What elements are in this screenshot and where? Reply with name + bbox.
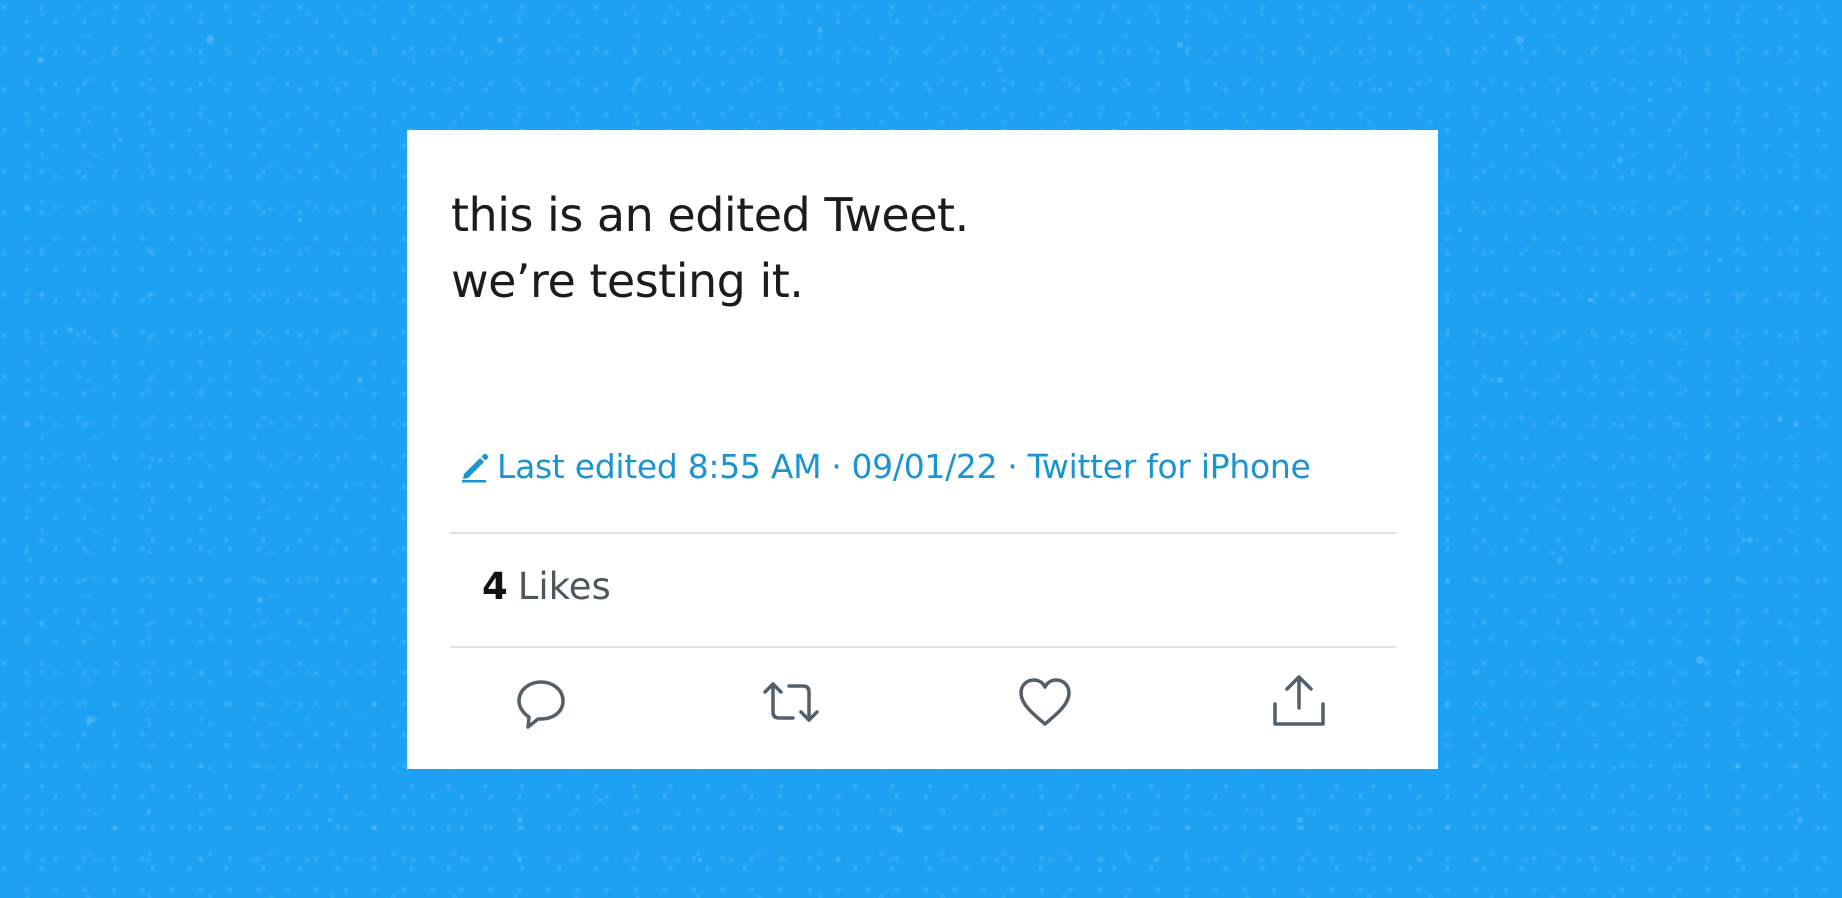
divider [450,646,1396,648]
like-icon [1019,678,1071,726]
tweet-card: this is an edited Tweet. we’re testing i… [407,130,1438,769]
divider [450,532,1396,534]
likes-label: Likes [517,565,611,608]
reply-button[interactable] [509,670,573,734]
tweet-text-line: we’re testing it. [451,254,804,308]
tweet-date[interactable]: 09/01/22 [851,447,997,486]
share-button[interactable] [1267,670,1331,734]
tweet-text: this is an edited Tweet. we’re testing i… [451,182,969,314]
tweet-actions [407,670,1438,750]
meta-separator: · [831,446,842,486]
tweet-text-line: this is an edited Tweet. [451,188,969,242]
last-edited-link[interactable]: Last edited 8:55 AM [497,447,822,486]
pencil-icon[interactable] [456,448,492,484]
share-icon [1273,675,1325,726]
likes-count: 4 [482,565,508,608]
like-button[interactable] [1013,670,1077,734]
retweet-button[interactable] [759,670,823,734]
reply-icon [517,680,565,729]
meta-separator: · [1007,446,1018,486]
retweet-icon [763,682,819,722]
tweet-meta: Last edited 8:55 AM · 09/01/22 · Twitter… [456,446,1311,486]
tweet-source[interactable]: Twitter for iPhone [1028,447,1311,486]
likes-stat[interactable]: 4 Likes [482,565,611,608]
